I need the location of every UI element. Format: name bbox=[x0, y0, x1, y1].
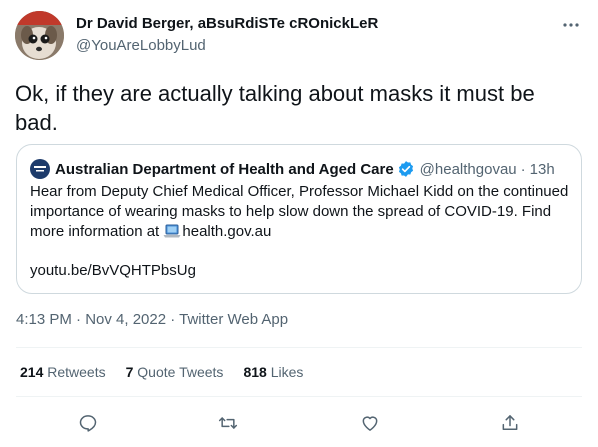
avatar[interactable] bbox=[15, 11, 64, 60]
more-icon bbox=[563, 23, 579, 27]
reply-button[interactable] bbox=[75, 410, 101, 436]
author-handle[interactable]: @YouAreLobbyLud bbox=[76, 37, 206, 54]
reply-icon bbox=[79, 415, 97, 432]
likes-label: Likes bbox=[270, 364, 304, 380]
quoted-text-line: more information at health.gov.au bbox=[30, 222, 575, 244]
quoted-text-prefix: more information at bbox=[30, 223, 164, 240]
heart-icon bbox=[362, 416, 378, 431]
more-button[interactable] bbox=[556, 14, 586, 36]
divider bbox=[16, 347, 582, 348]
retweets-stat[interactable]: 214 Retweets bbox=[20, 364, 106, 380]
quote-tweets-stat[interactable]: 7 Quote Tweets bbox=[126, 364, 224, 380]
share-button[interactable] bbox=[497, 410, 523, 436]
divider bbox=[16, 396, 582, 397]
quoted-text-line: Hear from Deputy Chief Medical Officer, … bbox=[30, 183, 569, 200]
youtube-link[interactable]: youtu.be/BvVQHTPbsUg bbox=[30, 262, 196, 279]
health-gov-link[interactable]: health.gov.au bbox=[182, 223, 271, 240]
quote-tweets-label: Quote Tweets bbox=[137, 364, 224, 380]
retweet-icon bbox=[218, 417, 238, 429]
quoted-tweet-text: Hear from Deputy Chief Medical Officer, … bbox=[30, 182, 575, 244]
tweet-text: Ok, if they are actually talking about m… bbox=[15, 81, 535, 135]
verified-icon bbox=[397, 160, 415, 178]
likes-stat[interactable]: 818 Likes bbox=[243, 364, 303, 380]
like-button[interactable] bbox=[357, 410, 383, 436]
quoted-text-line: importance of wearing masks to help slow… bbox=[30, 203, 552, 220]
tweet-stats: 214 Retweets 7 Quote Tweets 818 Likes bbox=[20, 364, 323, 380]
share-icon bbox=[502, 415, 518, 430]
quote-tweets-count: 7 bbox=[125, 364, 134, 380]
author-name[interactable]: Dr David Berger, aBsuRdiSTe cROnickLeR bbox=[76, 15, 378, 32]
laptop-icon bbox=[163, 224, 181, 244]
likes-count: 818 bbox=[243, 364, 267, 380]
dog-avatar-image bbox=[15, 11, 64, 60]
health-dept-logo bbox=[30, 159, 50, 179]
dot-separator: · bbox=[520, 160, 526, 178]
retweets-label: Retweets bbox=[47, 364, 106, 380]
tweet-meta[interactable]: 4:13 PM · Nov 4, 2022 · Twitter Web App bbox=[16, 311, 288, 328]
retweets-count: 214 bbox=[20, 364, 44, 380]
retweet-button[interactable] bbox=[215, 410, 241, 436]
quoted-tweet-time[interactable]: 13h bbox=[530, 161, 555, 178]
quoted-author-handle[interactable]: @healthgovau bbox=[420, 161, 517, 178]
quoted-tweet-header: Australian Department of Health and Aged… bbox=[30, 159, 555, 179]
crest-icon bbox=[34, 166, 46, 172]
quoted-tweet-card[interactable]: Australian Department of Health and Aged… bbox=[16, 144, 582, 294]
quoted-author-name[interactable]: Australian Department of Health and Aged… bbox=[55, 161, 394, 178]
